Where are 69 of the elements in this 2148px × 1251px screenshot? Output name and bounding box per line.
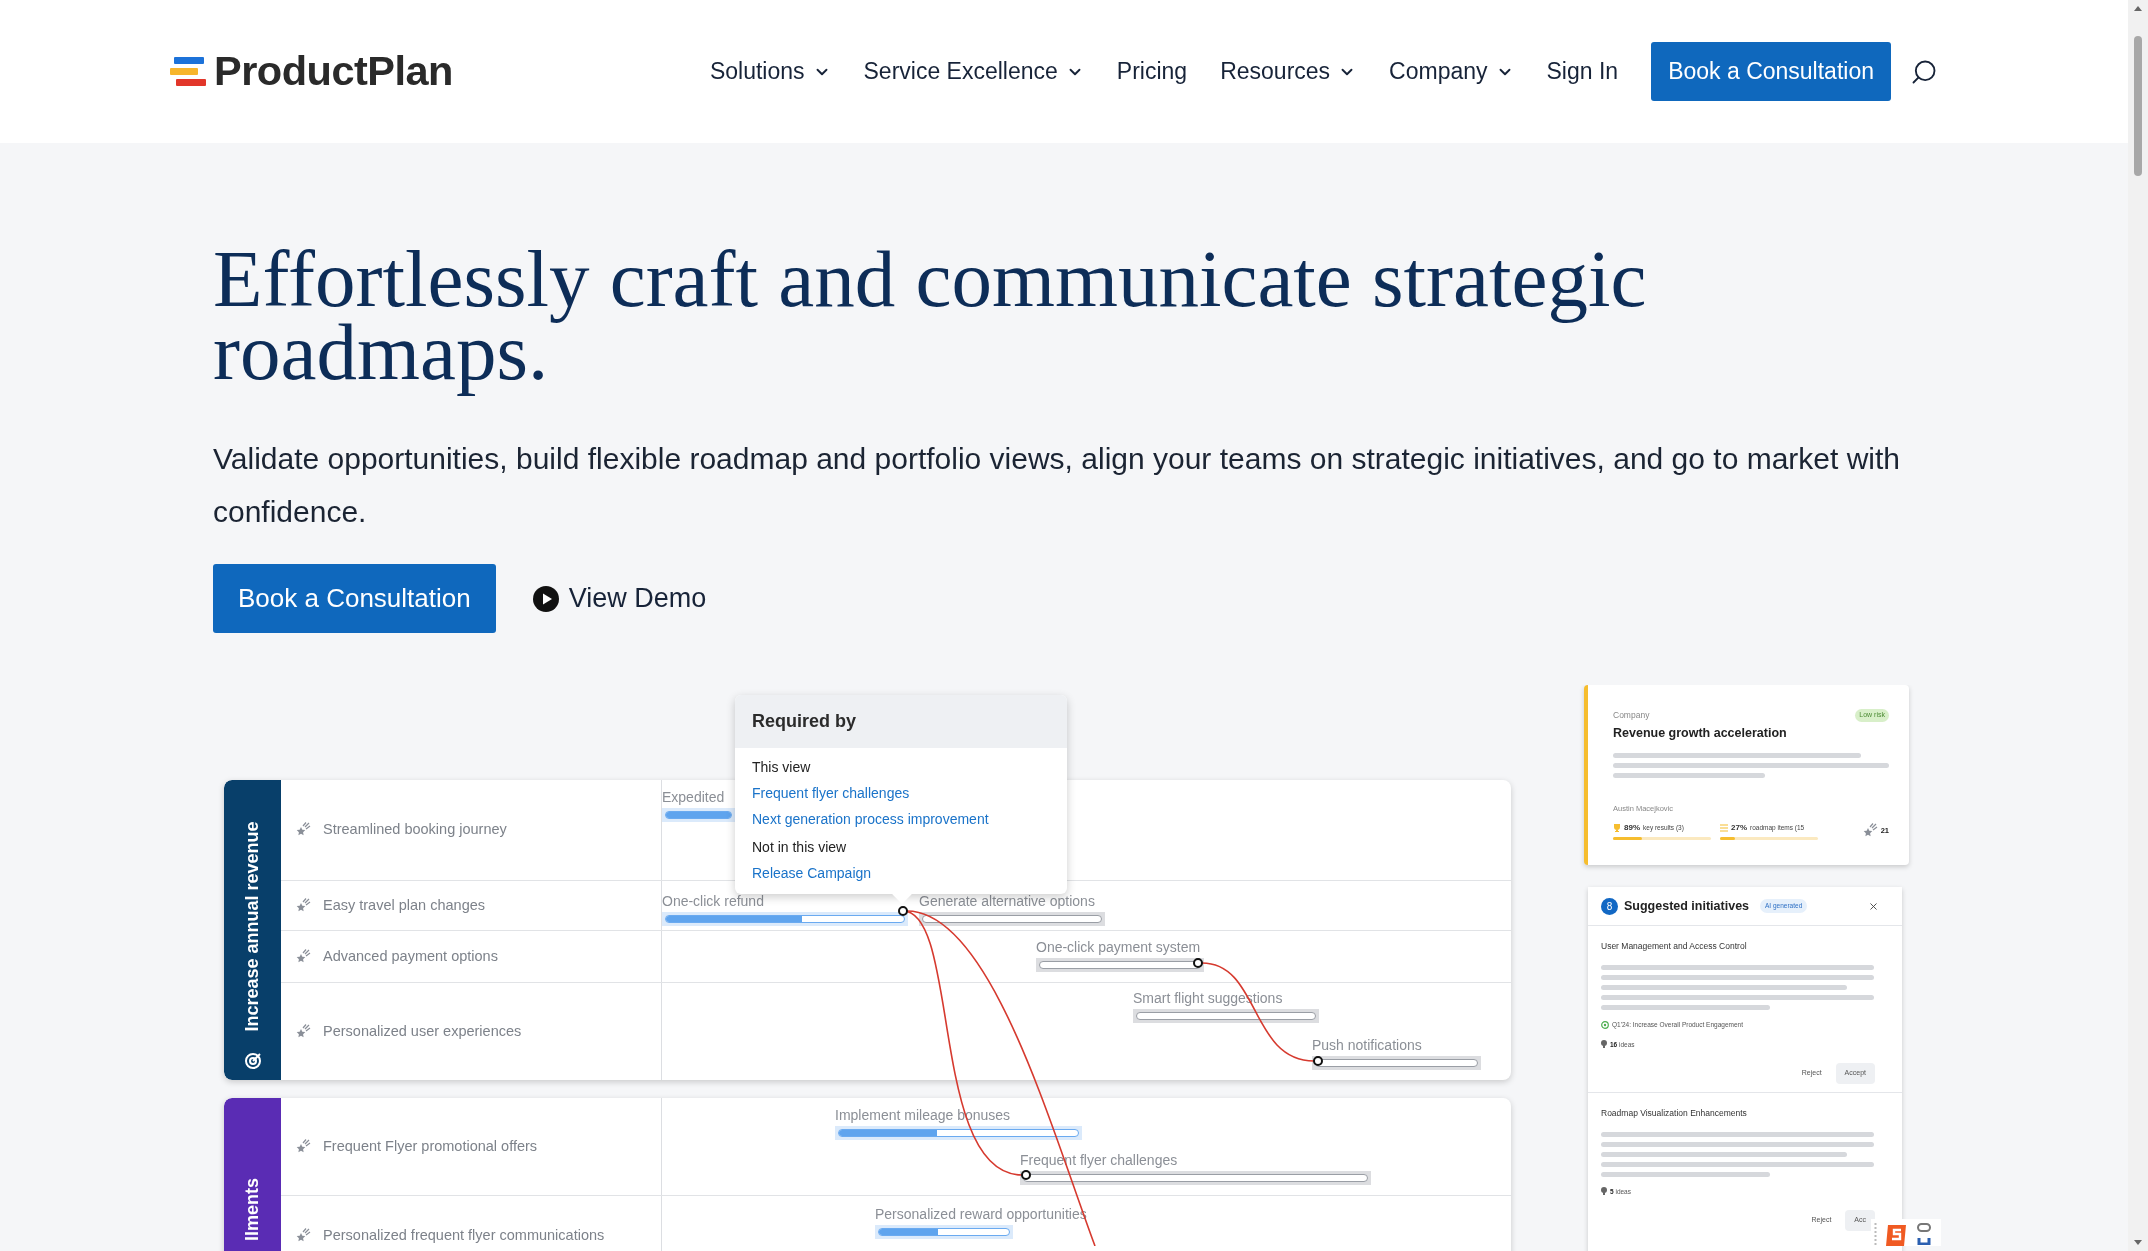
scrollbar[interactable] (2128, 0, 2148, 1251)
trophy-icon (1613, 823, 1621, 832)
timeline-bar[interactable] (875, 1225, 1013, 1239)
timeline-bar[interactable] (662, 912, 908, 926)
nav-link[interactable]: Resources (1220, 54, 1357, 89)
bar-label: One-click payment system (1036, 939, 1201, 956)
timeline-bar[interactable] (1133, 1009, 1319, 1023)
shooting-star-icon (295, 897, 311, 914)
popover-section-heading: This view (752, 758, 812, 777)
nav-link[interactable]: Service Excellence (863, 54, 1084, 89)
stat-value: 27% (1731, 821, 1747, 834)
timeline-bar[interactable] (1020, 1171, 1371, 1185)
lane-title: llments (241, 1177, 263, 1241)
lightbulb-icon (1601, 1187, 1607, 1196)
nav-link[interactable]: Pricing (1116, 54, 1188, 89)
view-demo-link[interactable]: View Demo (532, 578, 707, 619)
target-icon (243, 1052, 262, 1070)
row-label: Frequent Flyer promotional offers (323, 1136, 538, 1156)
bar-label: Expedited (662, 789, 725, 806)
bar-label: Generate alternative options (919, 893, 1095, 910)
bar-label: Push notifications (1312, 1037, 1422, 1054)
shooting-star-icon (295, 822, 311, 838)
logo-text[interactable]: ProductPlan (214, 40, 453, 103)
row-label: Easy travel plan changes (323, 895, 485, 915)
initiative-title: Roadmap Visualization Enhancements (1601, 1106, 1748, 1120)
shooting-star-icon (1861, 822, 1878, 839)
hero-title: Effortlessly craft and communicate strategic roadmaps. (213, 233, 1648, 399)
goal-category: Company (1613, 709, 1651, 722)
hero-subtitle: Validate opportunities, build flexible roadmap and portfolio views, align your teams on strategic initiatives, and go to market with confidence. (213, 441, 1902, 530)
app-logo-icon[interactable] (1885, 1223, 1909, 1246)
count-badge: 8 (1601, 897, 1618, 915)
toolbar-icon[interactable] (1917, 1223, 1931, 1245)
shooting-star-icon (295, 1023, 311, 1040)
floating-toolbar[interactable] (1871, 1219, 1941, 1246)
shooting-star-icon (295, 948, 311, 965)
panel-title: Suggested initiatives (1624, 897, 1750, 915)
book-consultation-button[interactable]: Book a Consultation (213, 564, 496, 633)
shooting-star-icon (295, 1227, 311, 1244)
goal-title: Revenue growth acceleration (1613, 724, 1787, 742)
nav-link[interactable]: Company (1389, 54, 1514, 89)
timeline-bar[interactable] (835, 1126, 1082, 1140)
lightbulb-icon (1601, 1040, 1607, 1049)
timeline-bar[interactable] (1312, 1056, 1481, 1070)
shooting-star-icon (295, 1138, 311, 1155)
close-icon[interactable] (1868, 900, 1879, 912)
bar-label: One-click refund (662, 893, 764, 910)
list-icon (1720, 823, 1728, 832)
nav-link[interactable]: Solutions (709, 54, 831, 89)
stat-value: 89% (1624, 821, 1640, 834)
popover-section-heading: Not in this view (752, 838, 848, 857)
row-label: Personalized frequent flyer communications (323, 1225, 605, 1245)
row-label: Advanced payment options (323, 946, 498, 966)
nav-link[interactable]: Sign In (1546, 54, 1619, 89)
timeline-bar[interactable] (662, 808, 735, 822)
timeline-bar[interactable] (1036, 958, 1204, 972)
initiative-title: User Management and Access Control (1601, 940, 1748, 953)
book-consultation-button[interactable]: Book a Consultation (1651, 42, 1891, 101)
target-icon (1601, 1020, 1609, 1029)
scrollbar-thumb[interactable] (2134, 36, 2142, 176)
popover-title: Required by (752, 711, 857, 731)
popover-link[interactable]: Release Campaign (752, 862, 1050, 884)
grip-icon[interactable] (1874, 1223, 1877, 1245)
popover-link[interactable]: Next generation process improvement (752, 808, 1050, 830)
lane-title: Increase annual revenue (241, 820, 263, 1032)
play-icon (532, 585, 559, 612)
timeline-bar[interactable] (919, 912, 1105, 926)
row-label: Personalized user experiences (323, 1021, 522, 1041)
row-label: Streamlined booking journey (323, 820, 507, 840)
popover-link[interactable]: Frequent flyer challenges (752, 782, 1050, 804)
